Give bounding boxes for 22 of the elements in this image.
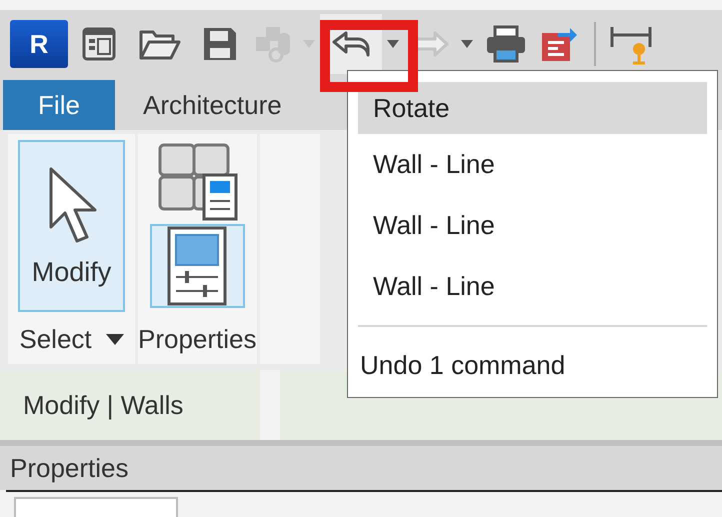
undo-count-label: Undo 1 command bbox=[360, 350, 566, 380]
caret-icon[interactable] bbox=[387, 40, 399, 48]
menu-item[interactable]: Wall - Line bbox=[358, 195, 707, 256]
menu-item[interactable]: Rotate bbox=[358, 82, 707, 134]
modify-button[interactable]: Modify bbox=[18, 140, 125, 312]
file-tab[interactable]: File bbox=[3, 80, 115, 130]
menu-item[interactable]: Wall - Line bbox=[358, 134, 707, 195]
properties-button[interactable] bbox=[150, 224, 245, 308]
save-icon[interactable] bbox=[202, 26, 238, 62]
export-icon[interactable] bbox=[540, 25, 578, 63]
printer-icon[interactable] bbox=[485, 25, 527, 63]
caret-icon[interactable] bbox=[461, 40, 473, 48]
folder-icon[interactable] bbox=[139, 28, 181, 60]
panel-title: Properties bbox=[138, 324, 256, 354]
properties-icon bbox=[166, 225, 228, 307]
panel-title: Select bbox=[19, 324, 92, 354]
menu-item[interactable]: Wall - Line bbox=[358, 256, 707, 317]
caret-icon[interactable] bbox=[106, 334, 124, 344]
ribbon-tab[interactable]: Architecture bbox=[115, 80, 310, 130]
undo-icon[interactable] bbox=[331, 30, 371, 58]
properties-palette-header: Properties bbox=[0, 446, 722, 490]
app-menu-icon[interactable] bbox=[82, 27, 116, 61]
